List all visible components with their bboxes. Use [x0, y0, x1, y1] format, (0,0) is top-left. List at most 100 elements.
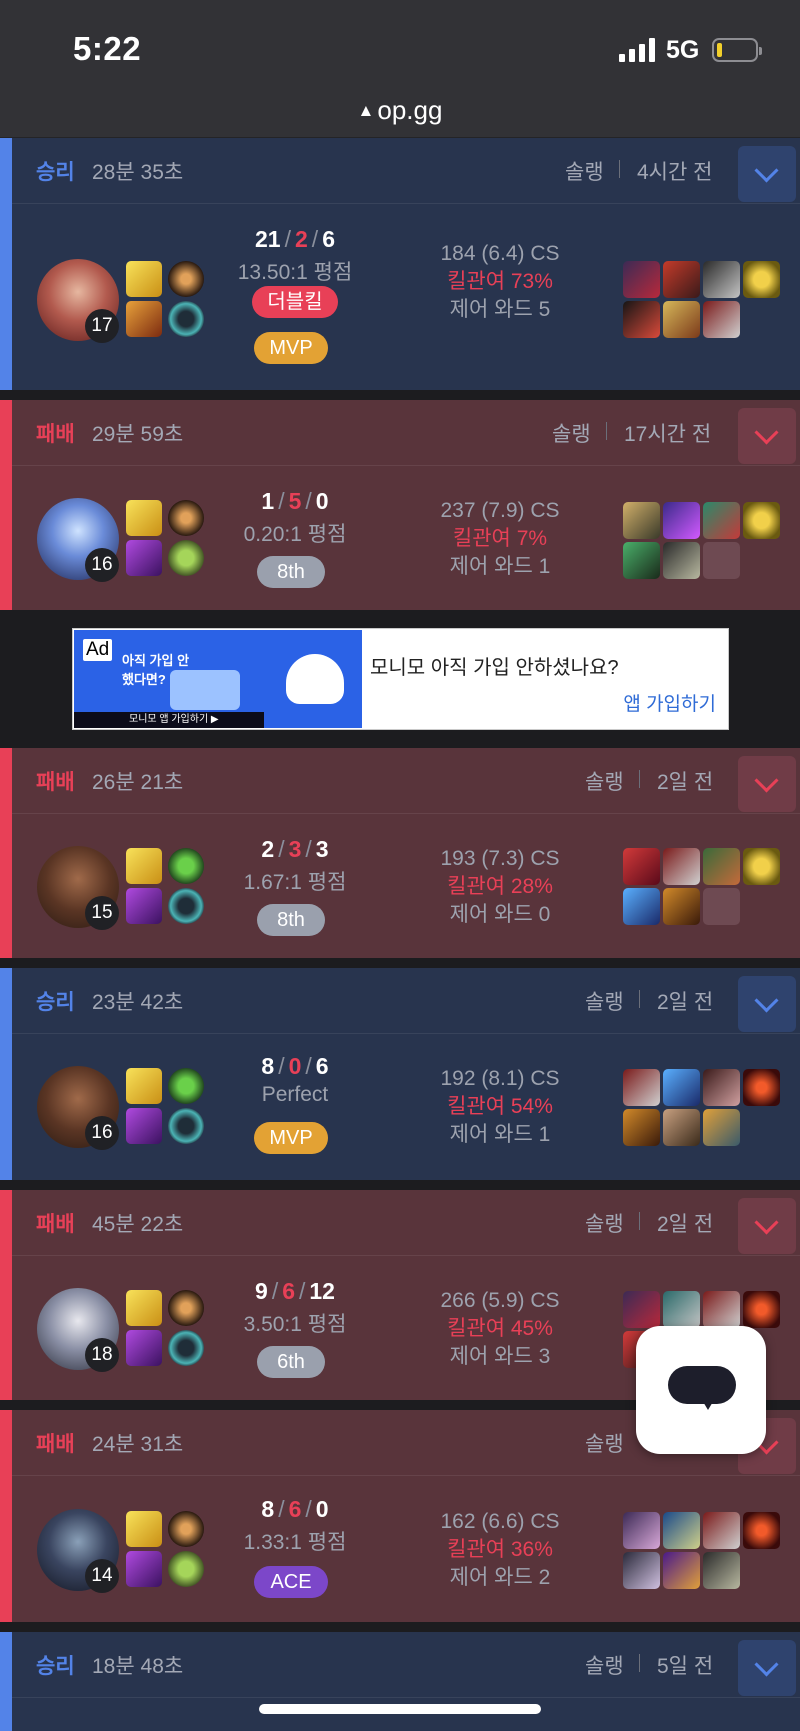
item-icon [663, 1109, 700, 1146]
ad-cta-link[interactable]: 앱 가입하기 [623, 689, 716, 716]
time-ago: 2일 전 [657, 991, 714, 1014]
expand-button[interactable] [738, 1640, 796, 1696]
match-card[interactable]: 승리 23분 42초 솔랭 2일 전 16 8/0/6 Perfect MVP … [0, 968, 800, 1180]
time-ago: 5일 전 [657, 1655, 714, 1678]
trinket-icon [743, 848, 780, 885]
control-wards: 제어 와드 0 [449, 903, 551, 926]
match-card[interactable]: 승리 28분 35초 솔랭 4시간 전 17 21/2/6 13.50:1 평점… [0, 138, 800, 390]
item-icon [623, 502, 660, 539]
item-icon [623, 542, 660, 579]
trinket-icon [743, 502, 780, 539]
champion-level: 14 [85, 1559, 119, 1593]
item-icon [623, 1069, 660, 1106]
champion-level: 17 [85, 309, 119, 343]
champion-level: 16 [85, 548, 119, 582]
expand-button[interactable] [738, 146, 796, 202]
item-icon [663, 888, 700, 925]
kda: 8/6/0 [261, 1496, 329, 1522]
control-wards: 제어 와드 3 [449, 1345, 551, 1368]
ad-label: Ad [83, 639, 113, 661]
kill-participation: 킬관여 45% [447, 1317, 553, 1340]
trinket-icon [743, 261, 780, 298]
status-time: 5:22 [73, 30, 142, 67]
champion-level: 16 [85, 1116, 119, 1150]
kda-ratio: 1.33:1 평점 [243, 1531, 347, 1554]
match-stats: 162 (6.6) CS 킬관여 36% 제어 와드 2 [390, 1508, 610, 1592]
match-stats: 184 (6.4) CS 킬관여 73% 제어 와드 5 [390, 240, 610, 324]
chat-bubble-icon [668, 1366, 736, 1404]
item-icon [623, 888, 660, 925]
expand-button[interactable] [738, 1198, 796, 1254]
item-icon [703, 301, 740, 338]
item-icon [663, 1512, 700, 1549]
cs-stat: 237 (7.9) CS [440, 499, 560, 522]
match-result: 패배 [36, 1213, 75, 1236]
kda: 21/2/6 [255, 226, 335, 252]
match-card[interactable]: 승리 18분 48초 솔랭 5일 전 [0, 1632, 800, 1731]
home-indicator[interactable] [259, 1704, 541, 1714]
item-icon [663, 1552, 700, 1589]
ad-title: 모니모 아직 가입 안하셨나요? [370, 657, 619, 679]
kill-participation: 킬관여 28% [447, 875, 553, 898]
kill-participation: 킬관여 73% [447, 270, 553, 293]
cs-stat: 192 (8.1) CS [440, 1067, 560, 1090]
match-duration: 23분 42초 [92, 991, 184, 1014]
item-icon [703, 1109, 740, 1146]
item-icon [663, 502, 700, 539]
item-icon [703, 261, 740, 298]
network-type: 5G [666, 36, 700, 64]
secondary-rune-icon [168, 1551, 204, 1587]
status-bar: 5:22 5G ▲ op.gg [0, 0, 800, 138]
queue-type: 솔랭 [552, 423, 591, 446]
item-icon [623, 1109, 660, 1146]
control-wards: 제어 와드 1 [449, 1123, 551, 1146]
flash-spell-icon [126, 1290, 162, 1326]
secondary-rune-icon [168, 1108, 204, 1144]
item-icon [703, 1512, 740, 1549]
ace-badge: ACE [254, 1566, 328, 1598]
match-result: 승리 [36, 161, 75, 184]
item-icon [623, 1552, 660, 1589]
ad-image: 아직 가입 안 했다면? 모니모 앱 가입하기 ▶ [74, 630, 362, 728]
mvp-badge: MVP [254, 1122, 328, 1154]
time-ago: 17시간 전 [624, 423, 712, 446]
kda-ratio: 1.67:1 평점 [243, 871, 347, 894]
queue-type: 솔랭 [585, 1433, 624, 1456]
queue-type: 솔랭 [585, 991, 624, 1014]
ad-banner[interactable]: 아직 가입 안 했다면? 모니모 앱 가입하기 ▶ Ad 모니모 아직 가입 안… [72, 628, 729, 730]
queue-type: 솔랭 [565, 161, 604, 184]
match-duration: 28분 35초 [92, 161, 184, 184]
match-result: 패배 [36, 423, 75, 446]
match-stats: 266 (5.9) CS 킬관여 45% 제어 와드 3 [390, 1287, 610, 1371]
trinket-icon [743, 1512, 780, 1549]
flash-spell-icon [126, 848, 162, 884]
match-duration: 26분 21초 [92, 771, 184, 794]
flash-spell-icon [126, 1511, 162, 1547]
empty-item-slot [703, 542, 740, 579]
cs-stat: 193 (7.3) CS [440, 847, 560, 870]
expand-button[interactable] [738, 976, 796, 1032]
champion-level: 15 [85, 896, 119, 930]
queue-type: 솔랭 [585, 1655, 624, 1678]
rank-badge: 6th [257, 1346, 325, 1378]
smite-spell-icon [126, 888, 162, 924]
cs-stat: 184 (6.4) CS [440, 242, 560, 265]
warning-icon: ▲ [357, 101, 375, 120]
expand-button[interactable] [738, 408, 796, 464]
item-icon [623, 261, 660, 298]
smite-spell-icon [126, 1551, 162, 1587]
match-card[interactable]: 패배 29분 59초 솔랭 17시간 전 16 1/5/0 0.20:1 평점 … [0, 400, 800, 610]
expand-button[interactable] [738, 756, 796, 812]
item-icon [703, 1552, 740, 1589]
item-icon [623, 301, 660, 338]
address-bar[interactable]: ▲ op.gg [0, 95, 800, 126]
flash-spell-icon [126, 261, 162, 297]
mvp-badge: MVP [254, 332, 328, 364]
match-card[interactable]: 패배 26분 21초 솔랭 2일 전 15 2/3/3 1.67:1 평점 8t… [0, 748, 800, 958]
chat-button[interactable] [636, 1326, 766, 1454]
item-icon [663, 1291, 700, 1328]
match-stats: 237 (7.9) CS 킬관여 7% 제어 와드 1 [390, 497, 610, 581]
item-icon [623, 848, 660, 885]
ignite-spell-icon [126, 301, 162, 337]
item-icon [703, 1291, 740, 1328]
